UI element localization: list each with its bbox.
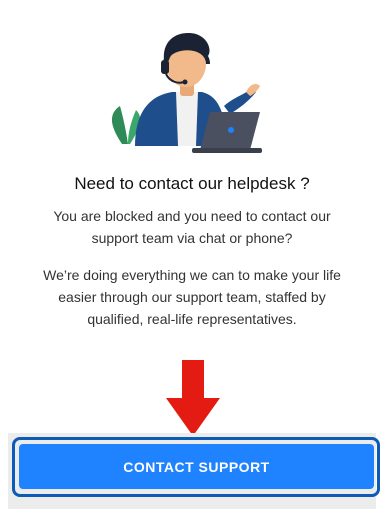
support-agent-illustration xyxy=(100,26,290,156)
blocked-message: You are blocked and you need to contact … xyxy=(53,208,331,246)
support-description: We’re doing everything we can to make yo… xyxy=(43,267,341,327)
contact-support-button[interactable]: CONTACT SUPPORT xyxy=(19,444,374,489)
page-title: Need to contact our helpdesk ? xyxy=(74,174,310,193)
red-down-arrow-icon xyxy=(166,360,220,436)
